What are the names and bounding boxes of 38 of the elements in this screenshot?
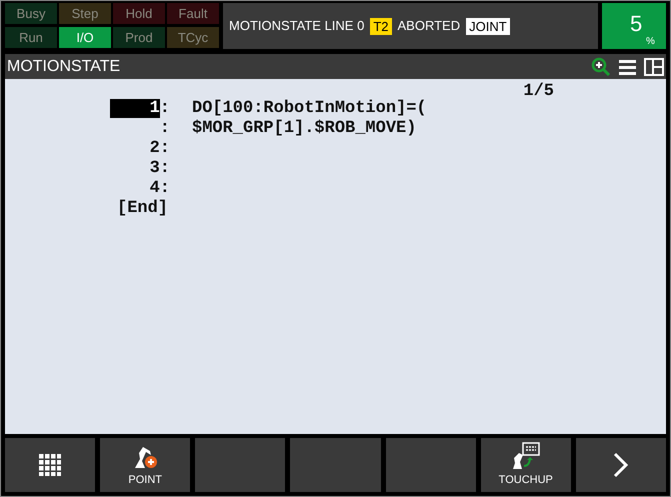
line-number[interactable]: 2 bbox=[150, 139, 160, 158]
status-indicator: TCyc bbox=[167, 27, 219, 48]
screen-title: MOTIONSTATE bbox=[7, 56, 120, 76]
program-line[interactable]: $MOR_GRP[1].$ROB_MOVE) bbox=[192, 119, 416, 139]
status-indicator: Hold bbox=[113, 3, 165, 24]
program-line[interactable]: DO[100:RobotInMotion]=( bbox=[192, 99, 427, 119]
line-colon: : bbox=[160, 119, 170, 138]
status-indicator: Run bbox=[5, 27, 57, 48]
line-colon: : bbox=[160, 159, 170, 178]
softkey-button[interactable]: TOUCHUP bbox=[480, 438, 571, 492]
line-position: 1/5 bbox=[523, 81, 554, 103]
line-number[interactable]: 4 bbox=[150, 179, 160, 198]
line-colon: : bbox=[160, 139, 170, 158]
end-marker: [End] bbox=[117, 199, 168, 219]
status-indicator: I/O bbox=[59, 27, 111, 48]
status-indicator: Step bbox=[59, 3, 111, 24]
status-badge: T2 bbox=[370, 18, 392, 34]
chevron-right-icon bbox=[612, 452, 629, 478]
status-indicator: Busy bbox=[5, 3, 57, 24]
override-value: 5 bbox=[630, 13, 642, 35]
zoom-in-icon[interactable] bbox=[591, 56, 611, 76]
grid-icon bbox=[39, 454, 62, 476]
line-number[interactable]: 3 bbox=[150, 159, 160, 178]
status-indicator: Fault bbox=[167, 3, 219, 24]
robot-touchup-icon bbox=[510, 442, 541, 470]
line-colon: : bbox=[160, 99, 170, 118]
status-text: ABORTED bbox=[398, 17, 460, 36]
status-indicator: Prod bbox=[113, 27, 165, 48]
status-badge: JOINT bbox=[466, 18, 510, 34]
override-unit: % bbox=[646, 37, 655, 47]
softkey-button[interactable]: POINT bbox=[100, 438, 190, 492]
menu-icon[interactable] bbox=[619, 58, 636, 74]
menu-button[interactable] bbox=[5, 438, 96, 492]
line-colon: : bbox=[160, 179, 170, 198]
layout-icon[interactable] bbox=[644, 58, 664, 76]
next-button[interactable] bbox=[576, 438, 666, 492]
status-text: MOTIONSTATE LINE 0 bbox=[229, 17, 364, 36]
line-cursor[interactable]: 1 bbox=[110, 99, 160, 118]
